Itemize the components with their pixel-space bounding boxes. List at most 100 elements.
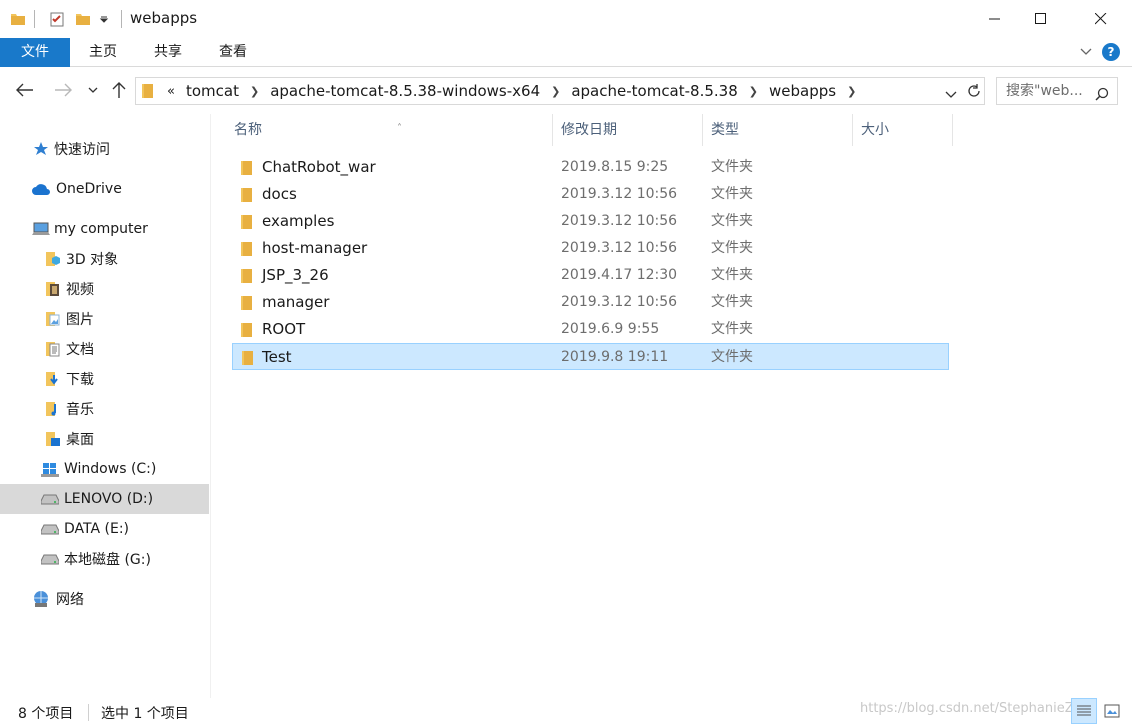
tab-share[interactable]: 共享 [145,38,191,67]
file-name[interactable]: JSP_3_26 [262,262,329,289]
file-row[interactable]: host-manager 2019.3.12 10:56 文件夹 [232,235,949,262]
folder-icon [141,83,155,99]
back-button[interactable] [14,79,36,101]
file-row[interactable]: Test 2019.9.8 19:11 文件夹 [232,343,949,370]
ribbon-tabs: 文件 主页 共享 查看 ? [0,38,1132,67]
up-button[interactable] [108,79,130,101]
sidebar-item-my-computer[interactable]: my computer [0,214,209,244]
folder-icon [240,187,254,207]
column-header-label: 名称 [234,122,262,138]
file-row[interactable]: examples 2019.3.12 10:56 文件夹 [232,208,949,235]
sidebar-item-desktop[interactable]: 桌面 [0,424,209,454]
chevron-right-icon[interactable]: ❯ [250,85,259,98]
file-name[interactable]: docs [262,181,297,208]
file-name[interactable]: host-manager [262,235,367,262]
column-header-size[interactable]: 大小 [853,114,953,146]
breadcrumb-apache-tomcat[interactable]: apache-tomcat-8.5.38 [571,82,737,100]
breadcrumb-tomcat[interactable]: tomcat [186,82,239,100]
file-name[interactable]: examples [262,208,334,235]
sidebar-item-windows-c[interactable]: Windows (C:) [0,454,209,484]
drive-icon [40,520,60,538]
column-header-type[interactable]: 类型 [703,114,853,146]
forward-button[interactable] [52,79,74,101]
search-input[interactable]: 搜索"web... [996,77,1118,105]
file-name[interactable]: manager [262,289,329,316]
folder-icon [240,214,254,234]
column-header-label: 类型 [711,122,739,138]
sidebar-item-local-disk-g[interactable]: 本地磁盘 (G:) [0,544,209,574]
sidebar-item-label: DATA (E:) [64,521,130,537]
large-icons-view-button[interactable] [1099,698,1125,724]
file-type: 文件夹 [711,213,753,229]
sidebar-item-videos[interactable]: 视频 [0,274,209,304]
file-row[interactable]: ChatRobot_war 2019.8.15 9:25 文件夹 [232,154,949,181]
close-button[interactable] [1078,0,1124,38]
chevron-right-icon[interactable]: ❯ [551,85,560,98]
search-placeholder: 搜索"web... [1006,83,1083,99]
expand-ribbon-icon[interactable] [1080,44,1092,60]
selected-count: 选中 1 个项目 [101,706,189,722]
tab-file[interactable]: 文件 [0,38,70,67]
file-name[interactable]: ROOT [262,316,305,343]
help-icon[interactable]: ? [1102,43,1120,61]
sidebar-item-lenovo-d[interactable]: LENOVO (D:) [0,484,209,514]
sidebar-item-pictures[interactable]: 图片 [0,304,209,334]
file-row[interactable]: JSP_3_26 2019.4.17 12:30 文件夹 [232,262,949,289]
tab-view[interactable]: 查看 [210,38,256,67]
customize-quick-access-icon[interactable] [99,8,109,30]
tab-home[interactable]: 主页 [80,38,126,67]
minimize-button[interactable] [972,0,1018,38]
refresh-button[interactable] [963,77,985,105]
sidebar-item-quick-access[interactable]: 快速访问 [0,134,209,164]
sidebar-item-downloads[interactable]: 下载 [0,364,209,394]
folder-icon [240,322,254,342]
sidebar-item-3d-objects[interactable]: 3D 对象 [0,244,209,274]
chevron-right-icon[interactable]: ❯ [847,85,856,98]
file-date: 2019.8.15 9:25 [561,159,669,175]
file-row[interactable]: manager 2019.3.12 10:56 文件夹 [232,289,949,316]
video-folder-icon [44,280,62,298]
sidebar-item-music[interactable]: 音乐 [0,394,209,424]
sidebar-item-label: LENOVO (D:) [64,491,154,507]
properties-icon[interactable] [49,8,65,30]
file-list: 名称 ˄ 修改日期 类型 大小 ChatRobot_war 2019.8.15 9… [212,114,1132,698]
file-type: 文件夹 [711,186,753,202]
file-name[interactable]: ChatRobot_war [262,154,376,181]
breadcrumb-webapps[interactable]: webapps [769,82,836,100]
column-header-name[interactable]: 名称 ˄ [226,114,553,146]
file-name[interactable]: Test [262,344,292,371]
sidebar-item-label: 网络 [56,592,84,608]
column-header-date[interactable]: 修改日期 [553,114,703,146]
file-row[interactable]: ROOT 2019.6.9 9:55 文件夹 [232,316,949,343]
sidebar-item-label: 快速访问 [54,142,110,158]
breadcrumb-windows-x64[interactable]: apache-tomcat-8.5.38-windows-x64 [270,82,540,100]
address-bar[interactable]: « tomcat ❯ apache-tomcat-8.5.38-windows-… [135,77,964,105]
sidebar-item-documents[interactable]: 文档 [0,334,209,364]
downloads-folder-icon [44,370,62,388]
search-icon[interactable] [1095,84,1109,110]
address-history-dropdown-icon[interactable] [945,87,957,103]
network-icon [30,590,52,608]
sidebar-item-label: 3D 对象 [66,252,119,268]
sidebar-item-network[interactable]: 网络 [0,584,209,614]
title-bar: webapps [0,0,1132,38]
maximize-button[interactable] [1018,0,1064,38]
sidebar-item-data-e[interactable]: DATA (E:) [0,514,209,544]
file-row[interactable]: docs 2019.3.12 10:56 文件夹 [232,181,949,208]
music-folder-icon [44,400,62,418]
sidebar-item-label: 视频 [66,282,94,298]
status-bar: 8 个项目 选中 1 个项目 https://blog.csdn.net/Ste… [0,698,1132,727]
sidebar-item-label: 本地磁盘 (G:) [64,552,151,568]
sidebar-item-label: 图片 [66,312,94,328]
navigation-bar: « tomcat ❯ apache-tomcat-8.5.38-windows-… [0,67,1132,114]
watermark: https://blog.csdn.net/StephanieZI [860,701,1078,716]
breadcrumb-overflow[interactable]: « [167,84,175,99]
file-date: 2019.3.12 10:56 [561,186,678,202]
chevron-right-icon[interactable]: ❯ [749,85,758,98]
item-count: 8 个项目 [18,706,74,722]
details-view-button[interactable] [1071,698,1097,724]
new-folder-icon[interactable] [75,8,91,30]
recent-locations-button[interactable] [82,79,104,101]
sidebar-item-onedrive[interactable]: OneDrive [0,174,209,204]
column-header-label: 大小 [861,122,889,138]
